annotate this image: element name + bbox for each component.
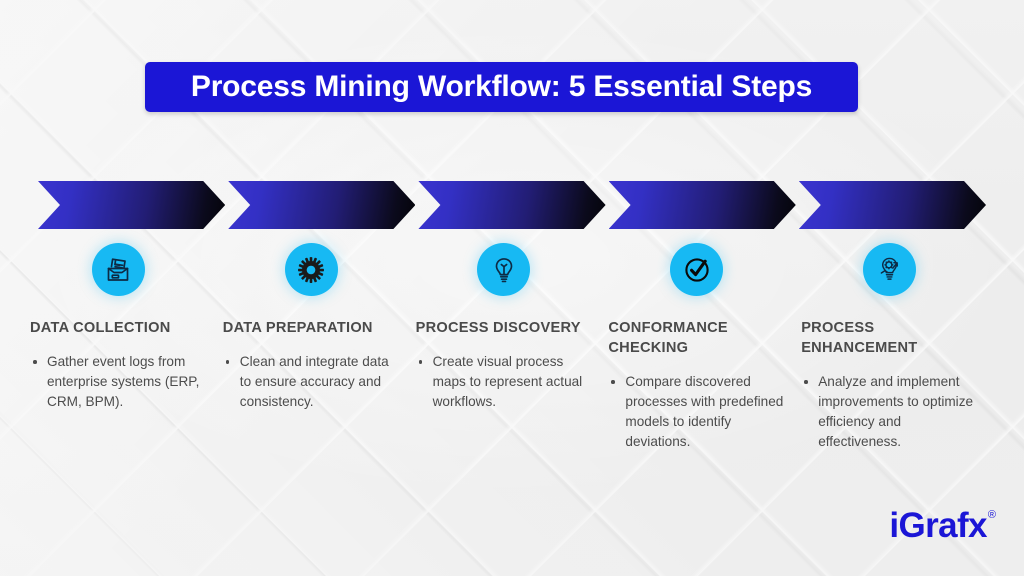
step-column-1: DATA COLLECTION Gather event logs from e… — [30, 243, 223, 452]
icon-wrap-4 — [608, 243, 785, 296]
logo-wordmark: iGrafx — [889, 506, 987, 545]
step-bullets-4: Compare discovered processes with predef… — [608, 372, 785, 452]
step-bullets-1: Gather event logs from enterprise system… — [30, 352, 207, 412]
chevron-band — [38, 181, 986, 229]
step-column-5: PROCESS ENHANCEMENT Analyze and implemen… — [801, 243, 994, 452]
gear-icon — [284, 243, 338, 296]
chevron-step-5 — [799, 181, 986, 229]
lightbulb-gear-growth-icon — [863, 243, 917, 296]
icon-wrap-1 — [30, 243, 207, 296]
step-heading-3: PROCESS DISCOVERY — [415, 320, 581, 336]
bullet-item: Clean and integrate data to ensure accur… — [223, 352, 400, 412]
bullet-item: Create visual process maps to represent … — [416, 352, 593, 412]
icon-wrap-5 — [801, 243, 978, 296]
step-heading-1: DATA COLLECTION — [30, 320, 171, 336]
chevron-step-1 — [38, 181, 225, 229]
chevron-step-3 — [418, 181, 605, 229]
title-banner: Process Mining Workflow: 5 Essential Ste… — [145, 62, 858, 112]
step-column-4: CONFORMANCE CHECKING Compare discovered … — [608, 243, 801, 452]
chevron-step-4 — [609, 181, 796, 229]
icon-wrap-3 — [416, 243, 593, 296]
igrafx-logo: iGrafx ® — [889, 508, 996, 543]
slide-canvas: Process Mining Workflow: 5 Essential Ste… — [0, 0, 1024, 576]
icon-wrap-2 — [223, 243, 400, 296]
step-heading-2: DATA PREPARATION — [222, 320, 373, 336]
step-bullets-5: Analyze and implement improvements to op… — [801, 372, 978, 452]
chevron-step-2 — [228, 181, 415, 229]
step-heading-4: CONFORMANCE CHECKING — [608, 320, 728, 357]
bullet-item: Compare discovered processes with predef… — [608, 372, 785, 452]
step-column-2: DATA PREPARATION Clean and integrate dat… — [223, 243, 416, 452]
step-bullets-3: Create visual process maps to represent … — [416, 352, 593, 412]
bullet-item: Analyze and implement improvements to op… — [801, 372, 978, 452]
step-column-3: PROCESS DISCOVERY Create visual process … — [416, 243, 609, 452]
step-heading-5: PROCESS ENHANCEMENT — [801, 320, 918, 357]
step-bullets-2: Clean and integrate data to ensure accur… — [223, 352, 400, 412]
registered-trademark-icon: ® — [987, 509, 996, 521]
page-title: Process Mining Workflow: 5 Essential Ste… — [190, 70, 813, 103]
documents-archive-icon — [91, 243, 145, 296]
lightbulb-icon — [477, 243, 531, 296]
steps-columns: DATA COLLECTION Gather event logs from e… — [30, 243, 994, 452]
check-circle-icon — [670, 243, 724, 296]
bullet-item: Gather event logs from enterprise system… — [30, 352, 207, 412]
